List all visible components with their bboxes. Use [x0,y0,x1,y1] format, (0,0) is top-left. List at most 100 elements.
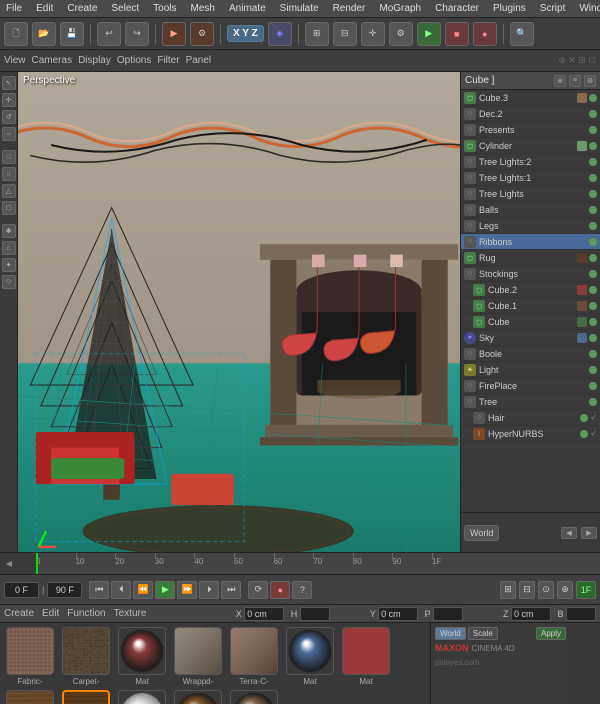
filter-menu[interactable]: Filter [157,55,179,66]
fps-btn[interactable]: ⊙ [538,581,554,599]
frame-step-up[interactable]: ⊞ [500,581,516,599]
scene-item-legs[interactable]: ○Legs [461,218,600,234]
menu-create[interactable]: Create [65,3,99,14]
toolbar-stop[interactable]: ■ [445,22,469,46]
toolbar-select-mode[interactable]: ◈ [268,22,292,46]
toolbar-render2[interactable]: ⚙ [190,22,214,46]
menu-file[interactable]: File [4,3,24,14]
scene-item-boole[interactable]: ○Boole [461,346,600,362]
play-btn[interactable]: ▶ [155,581,175,599]
timeline-track[interactable]: 01020304050607080901F [36,553,600,574]
scene-item-treelights1[interactable]: ○Tree Lights:1 [461,170,600,186]
left-tool3[interactable]: △ [2,184,16,198]
scene-vis-presents[interactable] [589,126,597,134]
arrow-left-icon[interactable]: ◀ [561,527,577,539]
arrow-right-icon[interactable]: ▶ [581,527,597,539]
toolbar-redo[interactable]: ↪ [125,22,149,46]
scene-item-cylinder[interactable]: ◻Cylinder [461,138,600,154]
toolbar-grid[interactable]: ⊟ [333,22,357,46]
left-tool2[interactable]: ○ [2,167,16,181]
scene-vis-fireplace[interactable] [589,382,597,390]
scene-vis-sky[interactable] [589,334,597,342]
material-item-kandy2[interactable]: Kandy_c [228,690,280,704]
scene-vis-cube[interactable] [589,318,597,326]
material-item-mat3[interactable]: Mat [340,627,392,686]
toolbar-open[interactable]: 📂 [32,22,56,46]
loop-btn[interactable]: ⟳ [248,581,268,599]
hierarchy-icon2[interactable]: ≡ [569,75,581,87]
fps-btn2[interactable]: ⊕ [557,581,573,599]
scene-item-treelights[interactable]: ○Tree Lights [461,186,600,202]
scene-vis-cylinder[interactable] [589,142,597,150]
toolbar-tools2[interactable]: ⚙ [389,22,413,46]
scene-vis-hypernurbs[interactable] [580,430,588,438]
menu-simulate[interactable]: Simulate [278,3,321,14]
menu-mograph[interactable]: MoGraph [377,3,423,14]
left-tool5[interactable]: ✱ [2,224,16,238]
scene-item-presents[interactable]: ○Presents [461,122,600,138]
menu-animate[interactable]: Animate [227,3,268,14]
toolbar-magnet[interactable]: 🔍 [510,22,534,46]
auto-key-btn[interactable]: ? [292,581,312,599]
material-item-mat2[interactable]: Mat [284,627,336,686]
frame-step-down[interactable]: ⊟ [519,581,535,599]
scene-item-ribbons[interactable]: ○Ribbons [461,234,600,250]
prev-frame-btn[interactable]: ⏴ [111,581,131,599]
scene-vis-light[interactable] [589,366,597,374]
scene-item-stockings[interactable]: ○Stockings [461,266,600,282]
scale-btn[interactable]: Scale [468,627,498,640]
scene-item-hair[interactable]: ○Hair✓ [461,410,600,426]
display-menu[interactable]: Display [78,55,111,66]
scene-vis-treelights1[interactable] [589,174,597,182]
menu-character[interactable]: Character [433,3,481,14]
scene-vis-legs[interactable] [589,222,597,230]
scene-vis-treelights[interactable] [589,190,597,198]
view-menu[interactable]: View [4,55,26,66]
prev-key-btn[interactable]: ⏪ [133,581,153,599]
coord-y-input[interactable] [378,607,418,621]
next-frame-btn[interactable]: ⏵ [199,581,219,599]
menu-render[interactable]: Render [331,3,368,14]
scene-item-rug[interactable]: ◻Rug [461,250,600,266]
scene-vis-cube3[interactable] [589,94,597,102]
scene-vis-cube2[interactable] [589,286,597,294]
scene-item-hypernurbs[interactable]: ⌇HyperNURBS✓ [461,426,600,442]
coord-x-input[interactable] [244,607,284,621]
scene-vis-tree[interactable] [589,398,597,406]
coord-b-input[interactable] [566,607,596,621]
menu-mesh[interactable]: Mesh [189,3,217,14]
options-menu[interactable]: Options [117,55,151,66]
scene-list[interactable]: ◻Cube.3○Dec.2○Presents◻Cylinder○Tree Lig… [461,90,600,512]
mat-texture[interactable]: Texture [114,608,147,619]
scene-item-cube[interactable]: ◻Cube [461,314,600,330]
mode-button[interactable]: World [464,525,499,541]
mat-function[interactable]: Function [67,608,105,619]
toolbar-new[interactable]: 🗋 [4,22,28,46]
toolbar-undo[interactable]: ↩ [97,22,121,46]
scene-item-sky[interactable]: ●Sky [461,330,600,346]
scene-item-treelights2[interactable]: ○Tree Lights:2 [461,154,600,170]
timeline-ruler[interactable]: ◀ 01020304050607080901F [0,552,600,574]
left-tool1[interactable]: □ [2,150,16,164]
left-tool6[interactable]: ⌂ [2,241,16,255]
go-end-btn[interactable]: ⏭ [221,581,241,599]
scene-item-cube1[interactable]: ◻Cube.1 [461,298,600,314]
menu-plugins[interactable]: Plugins [491,3,528,14]
playhead[interactable] [36,553,38,574]
material-item-mat4[interactable]: Mat [116,690,168,704]
scene-vis-stockings[interactable] [589,270,597,278]
scene-item-tree[interactable]: ○Tree [461,394,600,410]
toolbar-play[interactable]: ▶ [417,22,441,46]
coord-h-input[interactable] [300,607,330,621]
scene-vis-balls[interactable] [589,206,597,214]
left-tool8[interactable]: ⬦ [2,275,16,289]
frame-end-input[interactable] [47,582,82,598]
left-move[interactable]: ✛ [2,93,16,107]
material-item-kandy[interactable]: Kandy_e [172,690,224,704]
material-item-wrapper[interactable]: Wrappd- [172,627,224,686]
toolbar-axis[interactable]: ✛ [361,22,385,46]
menu-window[interactable]: Window [577,3,600,14]
scene-vis-cube1[interactable] [589,302,597,310]
scene-vis-treelights2[interactable] [589,158,597,166]
left-rotate[interactable]: ↺ [2,110,16,124]
